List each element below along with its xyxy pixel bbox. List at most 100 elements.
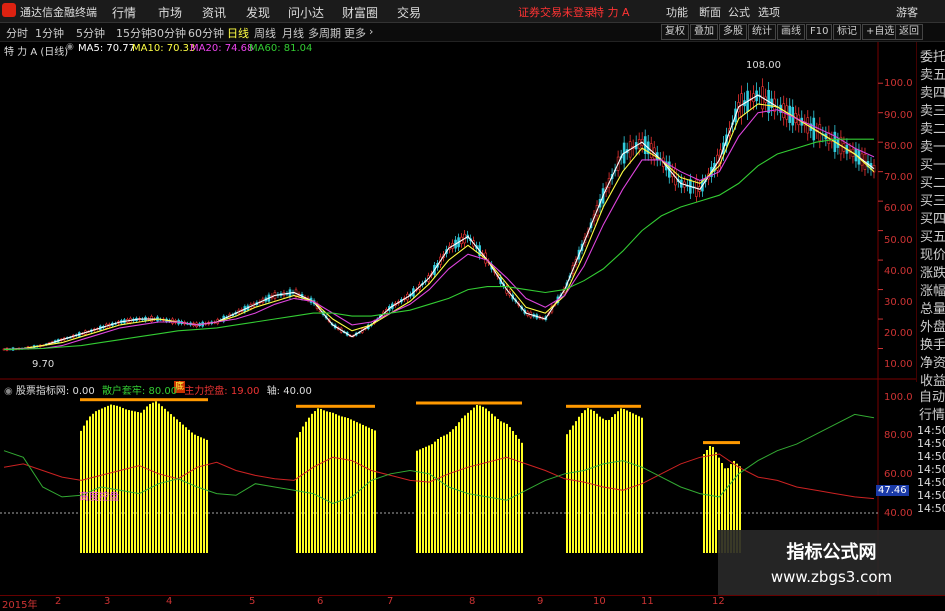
control-bar: [566, 434, 568, 553]
sidebar-item[interactable]: 外盘: [920, 316, 945, 335]
control-bar: [110, 404, 112, 553]
sidebar-item[interactable]: 换手: [920, 334, 945, 353]
control-bar: [629, 411, 631, 553]
control-bar: [419, 449, 421, 553]
control-bar: [503, 422, 505, 553]
ma-line-MA10: [3, 103, 875, 350]
time-list: 14:50 14:50 14:50 14:50 14:50 14:50 14:5…: [917, 424, 945, 515]
sidebar-item[interactable]: 卖二: [920, 118, 945, 137]
control-bar: [89, 416, 91, 553]
sidebar-item[interactable]: 卖三: [920, 100, 945, 119]
sidebar-item[interactable]: 卖四: [920, 82, 945, 101]
control-bar: [596, 413, 598, 553]
control-bar: [203, 438, 205, 553]
price-tick: 80.00: [884, 141, 913, 152]
sidebar-quotes[interactable]: 行情: [919, 404, 945, 423]
control-bar: [617, 411, 619, 553]
indicator-v0: : 0.00: [65, 386, 95, 397]
price-tick: 50.00: [884, 235, 913, 246]
current-value-badge: 47.46: [876, 485, 909, 496]
sidebar-item[interactable]: 现价: [920, 244, 945, 263]
time-tick: 6: [317, 596, 324, 607]
control-bar: [434, 441, 436, 553]
time-tick: 5: [249, 596, 256, 607]
sidebar-item[interactable]: 卖五: [920, 64, 945, 83]
control-bar: [599, 416, 601, 553]
control-bar: [317, 408, 319, 553]
time-item: 14:50: [917, 450, 945, 463]
control-bar: [143, 409, 145, 553]
control-bar: [512, 431, 514, 553]
control-bar: [365, 426, 367, 553]
control-bar: [335, 414, 337, 553]
sidebar-item[interactable]: 买二: [920, 172, 945, 191]
sidebar-item[interactable]: 买一: [920, 154, 945, 173]
price-tick: 70.00: [884, 172, 913, 183]
time-item: 14:50: [917, 424, 945, 437]
control-bar: [185, 427, 187, 553]
control-bar: [98, 409, 100, 553]
control-bar: [137, 412, 139, 553]
ma-line-MA5: [3, 94, 875, 350]
control-bar: [131, 410, 133, 553]
control-bar: [299, 431, 301, 553]
control-bar: [128, 410, 130, 553]
control-bar: [107, 405, 109, 553]
sidebar-item[interactable]: 委托: [920, 46, 945, 65]
control-bar: [632, 413, 634, 553]
price-chart[interactable]: [0, 0, 916, 595]
sidebar-item[interactable]: 买五: [920, 226, 945, 245]
control-bar: [314, 411, 316, 553]
sidebar-item[interactable]: 买三: [920, 190, 945, 209]
control-bar: [500, 421, 502, 553]
control-bar: [323, 410, 325, 553]
control-bar: [431, 444, 433, 553]
control-bar: [581, 413, 583, 553]
control-bar: [113, 405, 115, 553]
sidebar-item[interactable]: 买四: [920, 208, 945, 227]
time-tick: 9: [537, 596, 544, 607]
control-bar: [473, 407, 475, 553]
control-bar: [506, 423, 508, 553]
control-bar: [86, 420, 88, 553]
sidebar-item[interactable]: 涨跌: [920, 262, 945, 281]
sidebar-item[interactable]: 涨幅: [920, 280, 945, 299]
control-bar: [368, 427, 370, 553]
sidebar-item[interactable]: 净资: [920, 352, 945, 371]
settings-icon[interactable]: ◉: [4, 386, 13, 397]
control-bar: [92, 413, 94, 553]
control-bar: [494, 416, 496, 553]
control-bar: [712, 446, 714, 553]
control-bar: [476, 404, 478, 553]
lower-tick: 60.00: [884, 469, 913, 480]
watermark-url: www.zbgs3.com: [770, 568, 893, 586]
control-bar: [587, 408, 589, 553]
control-bar: [706, 449, 708, 553]
control-bar: [569, 429, 571, 553]
main-value: 主力控盘: 19.00: [184, 386, 260, 397]
control-bar: [572, 425, 574, 553]
control-bar: [191, 432, 193, 553]
control-bar: [350, 419, 352, 553]
control-bar: [703, 454, 705, 553]
control-bar: [458, 422, 460, 553]
control-bar: [422, 448, 424, 553]
control-bar: [635, 414, 637, 553]
control-bar: [347, 418, 349, 553]
quote-sidebar: 委托 卖五 卖四 卖三 卖二 卖一 买一 买二 买三 买四 买五 现价 涨跌 涨…: [916, 42, 945, 389]
control-bar: [467, 412, 469, 553]
control-bar: [305, 421, 307, 553]
control-bar: [179, 421, 181, 553]
sidebar-item[interactable]: 卖一: [920, 136, 945, 155]
control-bar: [464, 415, 466, 553]
control-bar: [497, 419, 499, 553]
control-bar: [485, 408, 487, 553]
control-bar: [332, 412, 334, 553]
control-bar: [575, 421, 577, 553]
control-bar: [443, 435, 445, 553]
sidebar-item[interactable]: 总量: [920, 298, 945, 317]
control-bar: [452, 429, 454, 553]
control-bar: [482, 406, 484, 553]
sidebar-auto[interactable]: 自动: [919, 386, 945, 405]
control-bar: [155, 401, 157, 553]
